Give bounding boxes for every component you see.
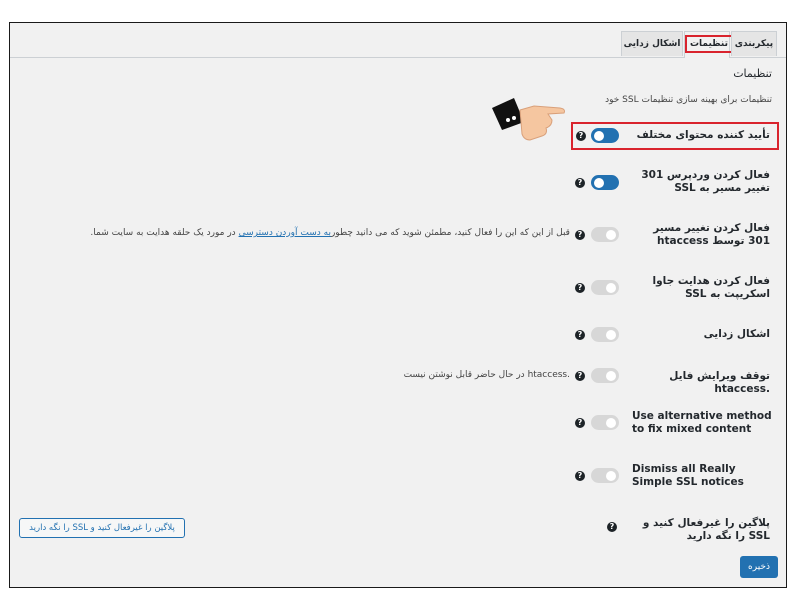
toggle-knob — [594, 177, 604, 188]
toggle-knob — [606, 470, 616, 481]
toggle-dismiss-notices[interactable] — [591, 468, 619, 483]
help-icon[interactable]: ? — [575, 283, 585, 293]
help-icon[interactable]: ? — [575, 178, 585, 188]
help-icon[interactable]: ? — [575, 418, 585, 428]
toggle-knob — [606, 282, 616, 293]
setting-label-dismiss-notices: Dismiss all Really Simple SSL notices — [632, 463, 744, 488]
toggle-stop-htaccess-edit[interactable] — [591, 368, 619, 383]
toggle-htaccess-301-redirect[interactable] — [591, 227, 619, 242]
help-icon[interactable]: ? — [576, 131, 586, 141]
toggle-knob — [606, 329, 616, 340]
toggle-alternative-mixed-content[interactable] — [591, 415, 619, 430]
toggle-knob — [606, 417, 616, 428]
setting-label-stop-htaccess-edit: توقف ویرایش فایل .htaccess — [669, 370, 770, 395]
deactivate-keep-ssl-button[interactable]: پلاگین را غیرفعال کنید و SSL را نگه داری… — [19, 518, 185, 538]
help-icon[interactable]: ? — [575, 330, 585, 340]
help-icon[interactable]: ? — [607, 522, 617, 532]
access-recovery-link[interactable]: به دست آوردن دسترسی — [239, 228, 331, 238]
toggle-debug[interactable] — [591, 327, 619, 342]
tab-configuration[interactable]: پیکربندی — [731, 31, 777, 56]
toggle-mixed-content-fixer[interactable] — [591, 128, 619, 143]
section-description: تنظیمات برای بهینه سازی تنظیمات SSL خود — [605, 95, 772, 105]
save-button[interactable]: ذخیره — [740, 556, 778, 578]
toggle-knob — [606, 229, 616, 240]
tab-settings-label: تنظیمات — [685, 35, 733, 53]
setting-label-debug: اشکال زدایی — [703, 328, 770, 340]
section-title: تنظیمات — [733, 67, 772, 80]
toggle-knob — [594, 130, 604, 141]
tab-bar: اشکال زدایی تنظیمات پیکربندی — [10, 23, 786, 58]
setting-label-wp-301-redirect: فعال کردن وردپرس 301 تغییر مسیر به SSL — [641, 169, 770, 194]
help-icon[interactable]: ? — [575, 230, 585, 240]
setting-label-javascript-redirect: فعال کردن هدایت جاوا اسکریپت به SSL — [652, 275, 770, 300]
toggle-knob — [606, 370, 616, 381]
toggle-wp-301-redirect[interactable] — [591, 175, 619, 190]
htaccess-redirect-warning: قبل از این که این را فعال کنید، مطمئن شو… — [90, 228, 570, 238]
tab-settings[interactable]: تنظیمات — [684, 31, 733, 58]
htaccess-not-writable-note: .htaccess در حال حاضر قابل نوشتن نیست — [403, 370, 570, 380]
help-icon[interactable]: ? — [575, 371, 585, 381]
help-icon[interactable]: ? — [575, 471, 585, 481]
setting-label-htaccess-301-redirect: فعال کردن تغییر مسیر 301 توسط htaccess — [653, 222, 770, 247]
setting-label-deactivate-keep-ssl: پلاگین را غیرفعال کنید و SSL را نگه داری… — [642, 517, 770, 542]
toggle-javascript-redirect[interactable] — [591, 280, 619, 295]
pointing-hand-icon — [492, 98, 565, 141]
tab-debug[interactable]: اشکال زدایی — [621, 31, 683, 56]
setting-label-mixed-content-fixer: تأیید کننده محتوای مختلف — [636, 129, 770, 141]
settings-panel: اشکال زدایی تنظیمات پیکربندی تنظیمات تنظ… — [9, 22, 787, 588]
setting-label-alternative-mixed-content: Use alternative method to fix mixed cont… — [632, 410, 772, 435]
